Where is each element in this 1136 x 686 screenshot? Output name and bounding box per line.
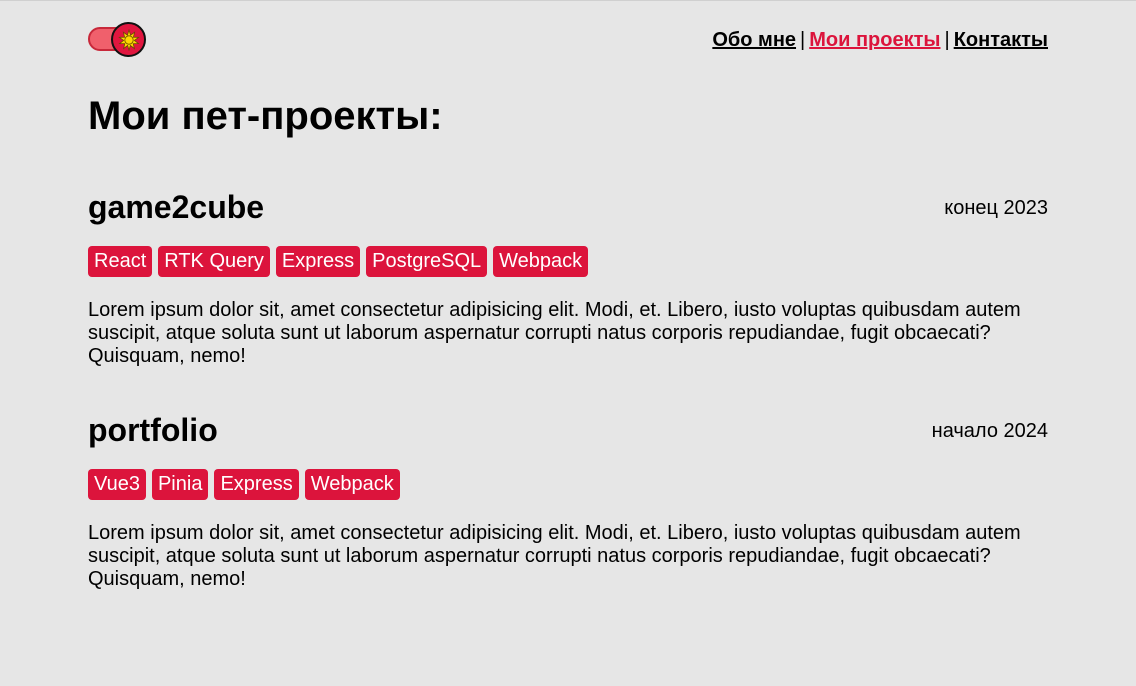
- tech-tag-list: React RTK Query Express PostgreSQL Webpa…: [88, 246, 589, 277]
- tech-tag: Express: [214, 469, 299, 500]
- project-header: game2cube конец 2023: [88, 188, 1048, 228]
- main-nav: Обо мне | Мои проекты | Контакты: [712, 28, 1048, 52]
- nav-link-contacts[interactable]: Контакты: [954, 29, 1048, 51]
- project-description: Lorem ipsum dolor sit, amet consectetur …: [88, 299, 1021, 367]
- nav-separator: |: [944, 29, 950, 51]
- page-container: Обо мне | Мои проекты | Контакты Мои пет-про…: [88, 1, 1048, 590]
- theme-toggle-knob: [111, 22, 146, 57]
- tech-tag: Express: [275, 246, 361, 277]
- project-date: начало 2024: [931, 420, 1048, 442]
- nav-separator: |: [800, 29, 806, 51]
- tech-tag: React: [88, 246, 153, 277]
- project-card: portfolio начало 2024 Vue3 Pinia Express…: [88, 411, 1048, 590]
- project-card: game2cube конец 2023 React RTK Query Exp…: [88, 188, 1048, 367]
- project-title: game2cube: [88, 189, 265, 225]
- tech-tag: Webpack: [304, 469, 400, 500]
- tech-tag: Webpack: [493, 246, 589, 277]
- project-title: portfolio: [88, 412, 218, 448]
- page-title: Мои пет-проекты:: [88, 94, 443, 138]
- nav-link-about[interactable]: Обо мне: [712, 29, 796, 51]
- tech-tag: PostgreSQL: [366, 246, 488, 277]
- theme-toggle[interactable]: [88, 22, 146, 57]
- project-description: Lorem ipsum dolor sit, amet consectetur …: [88, 522, 1021, 590]
- tech-tag-list: Vue3 Pinia Express Webpack: [88, 469, 400, 500]
- project-date: конец 2023: [944, 197, 1048, 219]
- nav-link-projects[interactable]: Мои проекты: [809, 29, 940, 51]
- project-header: portfolio начало 2024: [88, 411, 1048, 451]
- site-header: Обо мне | Мои проекты | Контакты: [88, 1, 1048, 81]
- tech-tag: RTK Query: [158, 246, 270, 277]
- sun-icon: [117, 28, 140, 51]
- tech-tag: Vue3: [88, 469, 146, 500]
- tech-tag: Pinia: [151, 469, 209, 500]
